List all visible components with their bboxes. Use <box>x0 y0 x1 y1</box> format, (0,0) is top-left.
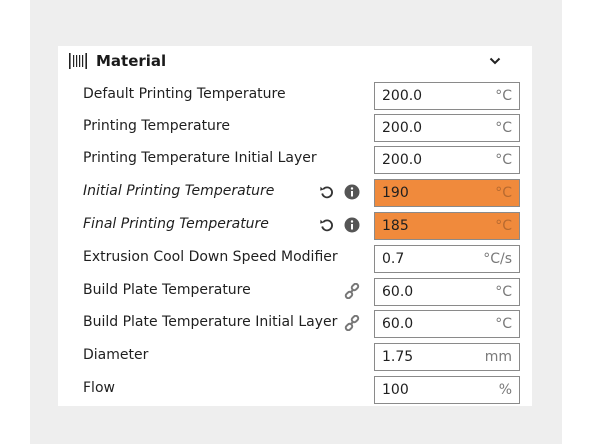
setting-value: 200.0 <box>382 120 423 136</box>
setting-unit: mm <box>484 349 512 365</box>
extrusion-cool-down-speed-modifier-input[interactable]: 0.7 °C/s <box>374 245 520 273</box>
setting-unit: °C/s <box>483 251 512 267</box>
printing-temperature-input[interactable]: 200.0 °C <box>374 114 520 142</box>
setting-value: 190 <box>382 185 409 201</box>
section-title: Material <box>96 52 167 70</box>
setting-value: 100 <box>382 382 409 398</box>
setting-label: Extrusion Cool Down Speed Modifier <box>83 249 338 265</box>
info-icon[interactable] <box>344 217 360 233</box>
setting-row-build-plate-temperature-initial-layer: Build Plate Temperature Initial Layer 60… <box>58 308 532 338</box>
setting-label: Printing Temperature Initial Layer <box>83 150 317 166</box>
chevron-down-icon[interactable] <box>488 54 502 68</box>
final-printing-temperature-input[interactable]: 185 °C <box>374 212 520 240</box>
setting-label: Diameter <box>83 347 149 363</box>
setting-unit: °C <box>495 152 512 168</box>
setting-label: Printing Temperature <box>83 118 230 134</box>
setting-unit: °C <box>495 316 512 332</box>
link-icon[interactable] <box>344 283 360 299</box>
setting-value: 200.0 <box>382 152 423 168</box>
setting-value: 0.7 <box>382 251 405 267</box>
setting-row-initial-printing-temperature: Initial Printing Temperature 190 °C <box>58 177 532 207</box>
setting-label: Default Printing Temperature <box>83 86 286 102</box>
setting-row-printing-temperature-initial-layer: Printing Temperature Initial Layer 200.0… <box>58 144 532 174</box>
material-section-header[interactable]: Material <box>58 46 532 76</box>
setting-label: Build Plate Temperature Initial Layer <box>83 314 338 330</box>
setting-unit: °C <box>495 120 512 136</box>
setting-value: 60.0 <box>382 316 414 332</box>
setting-row-build-plate-temperature: Build Plate Temperature 60.0 °C <box>58 276 532 306</box>
setting-unit: °C <box>495 88 512 104</box>
flow-input[interactable]: 100 % <box>374 376 520 404</box>
printing-temperature-initial-layer-input[interactable]: 200.0 °C <box>374 146 520 174</box>
setting-row-default-printing-temperature: Default Printing Temperature 200.0 °C <box>58 80 532 110</box>
material-settings-panel: Material Default Printing Temperature 20… <box>58 46 532 406</box>
setting-row-diameter: Diameter 1.75 mm <box>58 341 532 371</box>
setting-row-extrusion-cool-down-speed-modifier: Extrusion Cool Down Speed Modifier 0.7 °… <box>58 243 532 273</box>
setting-label: Flow <box>83 380 115 396</box>
setting-value: 200.0 <box>382 88 423 104</box>
build-plate-temperature-input[interactable]: 60.0 °C <box>374 278 520 306</box>
setting-value: 185 <box>382 218 409 234</box>
setting-unit: % <box>498 382 512 398</box>
setting-unit: °C <box>495 218 512 234</box>
setting-unit: °C <box>495 185 512 201</box>
setting-unit: °C <box>495 284 512 300</box>
setting-row-printing-temperature: Printing Temperature 200.0 °C <box>58 112 532 142</box>
build-plate-temperature-initial-layer-input[interactable]: 60.0 °C <box>374 310 520 338</box>
setting-row-flow: Flow 100 % <box>58 374 532 404</box>
reset-icon[interactable] <box>319 217 335 233</box>
setting-row-final-printing-temperature: Final Printing Temperature 185 °C <box>58 210 532 240</box>
default-printing-temperature-input[interactable]: 200.0 °C <box>374 82 520 110</box>
link-icon[interactable] <box>344 315 360 331</box>
material-spools-icon <box>69 53 87 69</box>
setting-label: Build Plate Temperature <box>83 282 251 298</box>
info-icon[interactable] <box>344 184 360 200</box>
setting-value: 60.0 <box>382 284 414 300</box>
setting-value: 1.75 <box>382 349 414 365</box>
reset-icon[interactable] <box>319 184 335 200</box>
setting-label: Initial Printing Temperature <box>83 183 275 199</box>
diameter-input[interactable]: 1.75 mm <box>374 343 520 371</box>
setting-label: Final Printing Temperature <box>83 216 269 232</box>
initial-printing-temperature-input[interactable]: 190 °C <box>374 179 520 207</box>
